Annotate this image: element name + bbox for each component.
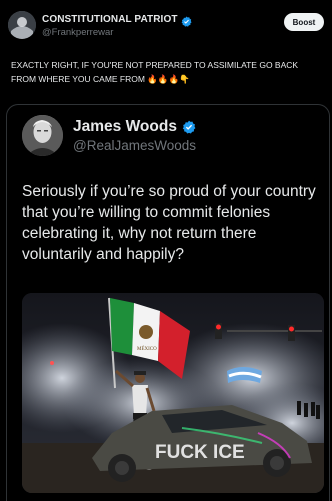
post-header: CONSTITUTIONAL PATRIOT @Frankperrewar Bo… — [0, 0, 332, 48]
author-name-row: CONSTITUTIONAL PATRIOT — [42, 12, 192, 27]
quoted-post-text: Seriously if you’re so proud of your cou… — [22, 183, 316, 263]
quoted-post-photo[interactable]: MÉXICO FUCK ICE — [22, 293, 324, 493]
car-graffiti: FUCK ICE — [155, 442, 245, 463]
quoted-author-handle[interactable]: @RealJamesWoods — [73, 138, 196, 153]
author-avatar[interactable] — [8, 11, 36, 39]
quoted-author-name[interactable]: James Woods — [73, 118, 177, 136]
author-handle[interactable]: @Frankperrewar — [42, 27, 113, 38]
verified-badge-icon — [182, 120, 196, 134]
quoted-author-name-row: James Woods — [73, 118, 196, 136]
quoted-author-avatar[interactable] — [22, 115, 63, 156]
author-name[interactable]: CONSTITUTIONAL PATRIOT — [42, 14, 178, 25]
svg-text:MÉXICO: MÉXICO — [137, 346, 157, 352]
post-text: EXACTLY RIGHT, IF YOU'RE NOT PREPARED TO… — [11, 60, 299, 84]
verified-badge-icon — [181, 14, 192, 27]
boost-button[interactable]: Boost — [284, 13, 324, 31]
quoted-post[interactable]: James Woods @RealJamesWoods Seriously if… — [6, 104, 330, 501]
